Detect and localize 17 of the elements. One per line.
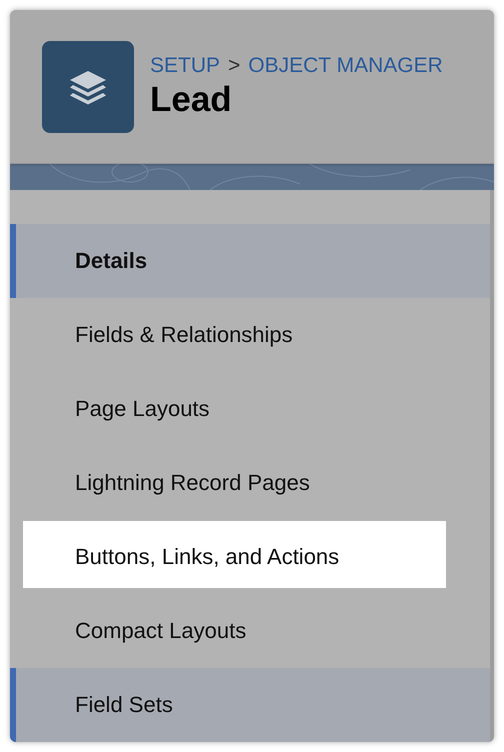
sidebar-item-label[interactable]: Lightning Record Pages bbox=[75, 470, 310, 496]
sidebar-item[interactable]: Field Sets bbox=[10, 668, 490, 742]
sidebar-item[interactable]: Fields & Relationships bbox=[10, 298, 490, 372]
sidebar-item[interactable]: Lightning Record Pages bbox=[10, 446, 490, 520]
page-title: Lead bbox=[150, 80, 233, 120]
sidebar-item[interactable]: Details bbox=[10, 224, 490, 298]
sidebar-item-label[interactable]: Field Sets bbox=[75, 692, 173, 718]
sidebar-item-label[interactable]: Page Layouts bbox=[75, 396, 210, 422]
sidebar-item[interactable]: Compact Layouts bbox=[10, 594, 490, 668]
sidebar-item-label[interactable]: Fields & Relationships bbox=[75, 322, 293, 348]
sidebar-item-label[interactable]: Compact Layouts bbox=[75, 618, 246, 644]
sidebar-item-label[interactable]: Buttons, Links, and Actions bbox=[75, 544, 340, 570]
layers-icon bbox=[42, 40, 134, 132]
sidebar-item[interactable]: Buttons, Links, and Actions bbox=[10, 520, 490, 594]
breadcrumb-separator: > bbox=[228, 54, 240, 78]
sidebar-item-label[interactable]: Details bbox=[75, 248, 148, 274]
sidebar-item[interactable]: Page Layouts bbox=[10, 372, 490, 446]
